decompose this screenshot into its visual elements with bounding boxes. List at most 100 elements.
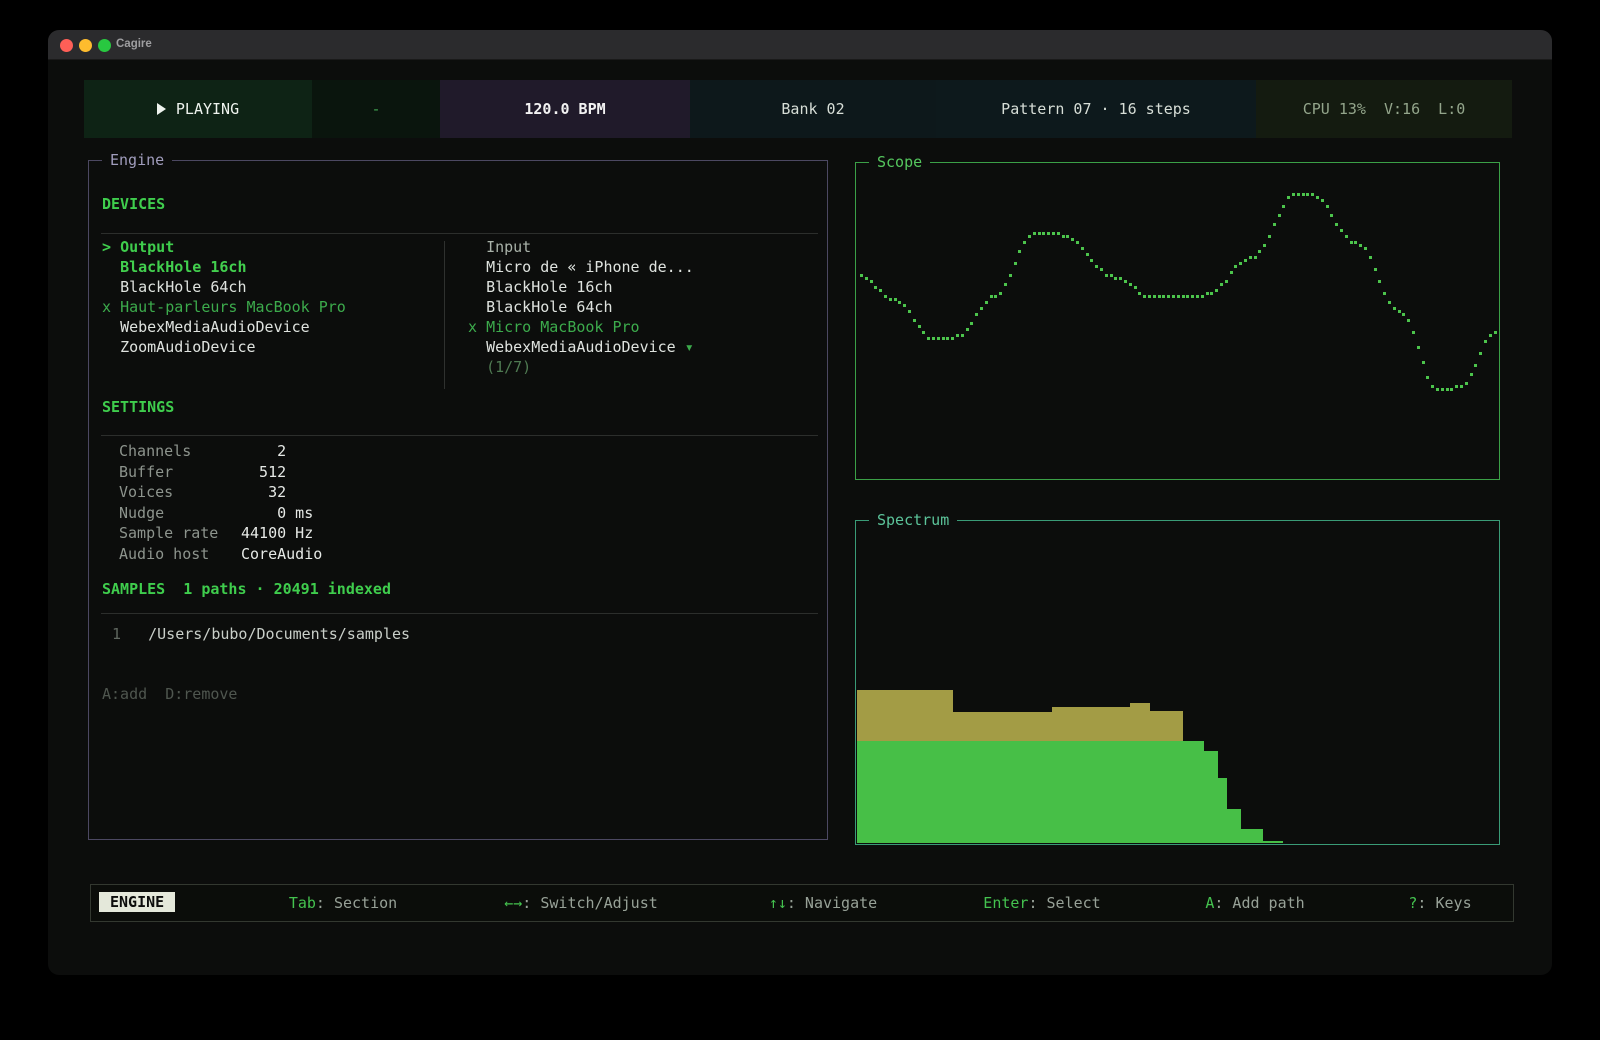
setting-value: 32 <box>241 483 286 501</box>
setting-label: Audio host <box>119 544 241 565</box>
input-device-item-label: Micro de « iPhone de... <box>486 258 694 276</box>
setting-row[interactable]: Audio hostCoreAudio <box>119 544 539 565</box>
window-title: Cagire <box>116 38 152 50</box>
spectrum-panel: Spectrum <box>855 520 1500 845</box>
shortcut-label: : Keys <box>1417 894 1471 912</box>
input-device-item[interactable]: Input <box>468 237 813 257</box>
shortcut-key: Tab <box>289 894 316 912</box>
setting-value: 512 <box>241 463 286 481</box>
indent <box>468 338 486 356</box>
output-device-item-label: ZoomAudioDevice <box>120 338 255 356</box>
scroll-down-icon: ▾ <box>676 338 694 356</box>
divider <box>101 435 818 436</box>
shortcut-add-path: A: Add path <box>1205 894 1304 912</box>
output-device-item-label: BlackHole 64ch <box>120 278 246 296</box>
app-window: Cagire PLAYING - 120.0 BPM Bank 02 Patte… <box>48 30 1552 975</box>
samples-header: SAMPLES 1 paths · 20491 indexed <box>102 580 391 598</box>
spectrum-level-bar <box>1130 741 1151 843</box>
setting-row[interactable]: Sample rate44100 Hz <box>119 523 539 544</box>
maximize-window-button[interactable] <box>98 39 111 52</box>
input-device-item[interactable]: BlackHole 64ch <box>468 297 813 317</box>
spectrum-level-bar <box>1262 841 1283 843</box>
shortcut-select: Enter: Select <box>983 894 1100 912</box>
shortcut-key: ↑↓ <box>769 894 787 912</box>
active-device-marker: x <box>102 298 120 316</box>
indent <box>468 358 486 376</box>
swing-indicator: - <box>312 80 440 138</box>
indent <box>468 238 486 256</box>
output-device-item[interactable]: WebexMediaAudioDevice <box>102 317 432 337</box>
input-device-item[interactable]: x Micro MacBook Pro <box>468 317 813 337</box>
spectrum-level-bar <box>1150 741 1183 843</box>
shortcut-keys: ?: Keys <box>1408 894 1471 912</box>
input-device-item-label: Micro MacBook Pro <box>486 318 640 336</box>
spectrum-peak-bar <box>1130 703 1151 741</box>
output-device-item[interactable]: ZoomAudioDevice <box>102 337 432 357</box>
input-device-item-label: BlackHole 16ch <box>486 278 612 296</box>
indent <box>102 278 120 296</box>
close-window-button[interactable] <box>60 39 73 52</box>
indent <box>468 258 486 276</box>
output-device-item[interactable]: BlackHole 16ch <box>102 257 432 277</box>
sample-path-row[interactable]: 1 /Users/bubo/Documents/samples <box>112 625 410 643</box>
indent <box>468 278 486 296</box>
setting-row[interactable]: Buffer 512 <box>119 462 539 483</box>
active-device-marker: x <box>468 318 486 336</box>
output-device-item-label: Haut-parleurs MacBook Pro <box>120 298 346 316</box>
setting-value: 0 ms <box>241 504 313 522</box>
input-device-list: Input Micro de « iPhone de... BlackHole … <box>468 237 813 377</box>
shortcut-label: : Navigate <box>787 894 877 912</box>
settings-list: Channels 2Buffer 512Voices 32Nudge 0 msS… <box>119 441 539 564</box>
input-device-item[interactable]: Micro de « iPhone de... <box>468 257 813 277</box>
indent <box>102 338 120 356</box>
shortcut-label: : Select <box>1028 894 1100 912</box>
indent <box>468 298 486 316</box>
input-device-item[interactable]: BlackHole 16ch <box>468 277 813 297</box>
shortcut-key: Enter <box>983 894 1028 912</box>
bank-display: Bank 02 <box>690 80 936 138</box>
transport-bar: PLAYING - 120.0 BPM Bank 02 Pattern 07 ·… <box>84 80 1512 138</box>
setting-value: 44100 Hz <box>241 524 313 542</box>
setting-value: 2 <box>241 442 286 460</box>
input-device-item-label: BlackHole 64ch <box>486 298 612 316</box>
spectrum-peak-bar <box>952 712 1053 741</box>
output-device-list: > Output BlackHole 16ch BlackHole 64chx … <box>102 237 432 357</box>
setting-row[interactable]: Voices 32 <box>119 482 539 503</box>
spectrum-level-bar <box>952 741 1053 843</box>
pattern-display: Pattern 07 · 16 steps <box>936 80 1256 138</box>
setting-row[interactable]: Channels 2 <box>119 441 539 462</box>
output-device-item[interactable]: x Haut-parleurs MacBook Pro <box>102 297 432 317</box>
output-device-item[interactable]: BlackHole 64ch <box>102 277 432 297</box>
transport-state: PLAYING <box>84 80 312 138</box>
input-device-item-label: (1/7) <box>486 358 531 376</box>
spectrum-level-bar <box>1182 741 1204 843</box>
setting-label: Nudge <box>119 503 241 524</box>
devices-header: DEVICES <box>102 195 165 213</box>
spectrum-level-bar <box>857 741 953 843</box>
spectrum-level-bar <box>1227 809 1242 843</box>
output-device-item[interactable]: > Output <box>102 237 432 257</box>
play-icon <box>157 103 166 115</box>
setting-value: CoreAudio <box>241 545 322 563</box>
bpm-display: 120.0 BPM <box>440 80 690 138</box>
input-device-item[interactable]: WebexMediaAudioDevice ▾ <box>468 337 813 357</box>
shortcut-switch-adjust: ←→: Switch/Adjust <box>504 894 658 912</box>
window-titlebar: Cagire <box>48 30 1552 60</box>
engine-panel-title: Engine <box>102 151 172 169</box>
engine-panel: Engine DEVICES > Output BlackHole 16ch B… <box>88 160 828 840</box>
output-device-item-label: WebexMediaAudioDevice <box>120 318 310 336</box>
mode-badge: ENGINE <box>99 892 175 912</box>
samples-meta: 1 paths · 20491 indexed <box>183 580 391 598</box>
column-divider <box>444 241 445 389</box>
input-device-item[interactable]: (1/7) <box>468 357 813 377</box>
spectrum-peak-bar <box>857 690 953 741</box>
minimize-window-button[interactable] <box>79 39 92 52</box>
spectrum-level-bar <box>1204 751 1219 843</box>
indent <box>102 318 120 336</box>
input-device-item-label: Input <box>486 238 531 256</box>
path-text: /Users/bubo/Documents/samples <box>148 625 410 643</box>
shortcut-label: : Switch/Adjust <box>522 894 657 912</box>
spectrum-peak-bar <box>1150 711 1183 741</box>
input-device-item-label: WebexMediaAudioDevice <box>486 338 676 356</box>
setting-row[interactable]: Nudge 0 ms <box>119 503 539 524</box>
